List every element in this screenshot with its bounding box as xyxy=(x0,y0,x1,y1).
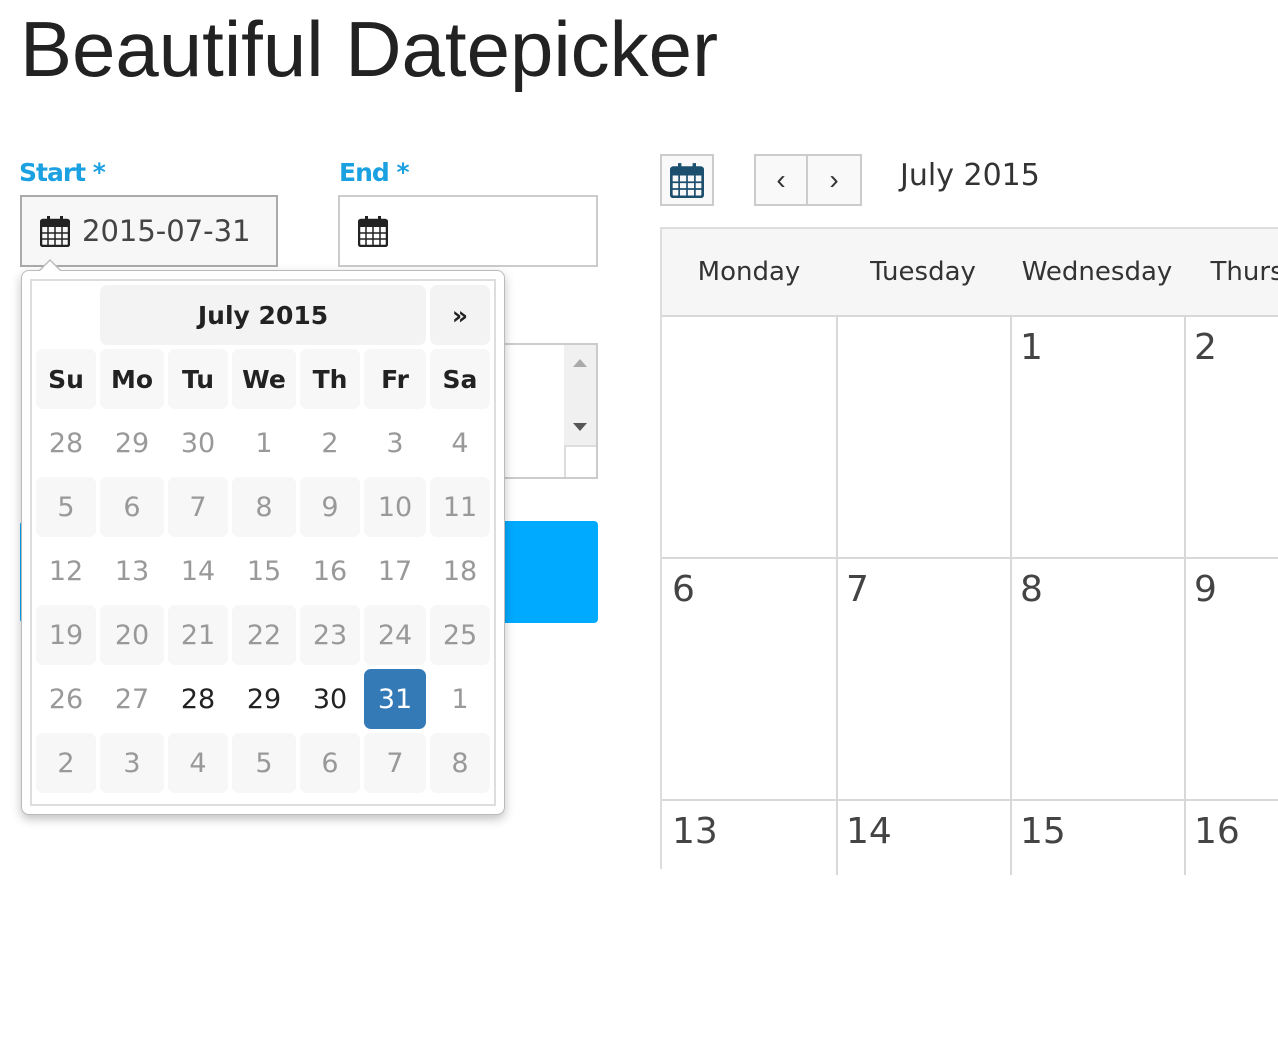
day-cell[interactable]: 6 xyxy=(100,477,164,537)
day-cell[interactable]: 25 xyxy=(430,605,490,665)
day-cell[interactable]: 7 xyxy=(168,477,228,537)
day-cell[interactable]: 11 xyxy=(430,477,490,537)
calendar-day-cell[interactable]: 1 xyxy=(1010,317,1184,557)
calendar-weekday-header: Monday xyxy=(662,229,836,315)
end-label: End * xyxy=(339,158,410,187)
day-cell[interactable]: 3 xyxy=(364,413,426,473)
day-cell[interactable]: 18 xyxy=(430,541,490,601)
calendar-day-cell[interactable]: 9 xyxy=(1184,559,1278,799)
datepicker-body: July 2015 » Su Mo Tu We Th Fr Sa 28 29 30 1 2 3 4 5 6 7 8… xyxy=(30,279,496,806)
start-label: Start * xyxy=(19,158,106,187)
day-cell[interactable]: 17 xyxy=(364,541,426,601)
day-cell[interactable]: 19 xyxy=(36,605,96,665)
weekday-header: Tu xyxy=(168,349,228,409)
next-month-button[interactable]: › xyxy=(806,154,862,206)
calendar-day-cell[interactable]: 14 xyxy=(836,801,1010,1041)
datepicker-popup: July 2015 » Su Mo Tu We Th Fr Sa 28 29 30 1 2 3 4 5 6 7 8… xyxy=(21,259,505,815)
day-cell[interactable]: 22 xyxy=(232,605,296,665)
calendar-day-cell[interactable]: 7 xyxy=(836,559,1010,799)
day-cell[interactable]: 5 xyxy=(36,477,96,537)
end-date-input[interactable] xyxy=(338,195,598,267)
day-cell[interactable]: 27 xyxy=(100,669,164,729)
start-date-input[interactable]: 2015-07-31 xyxy=(20,195,278,267)
day-cell[interactable]: 4 xyxy=(168,733,228,793)
textarea-scrollbar[interactable] xyxy=(564,345,596,477)
day-cell[interactable]: 29 xyxy=(100,413,164,473)
day-cell[interactable]: 23 xyxy=(300,605,360,665)
weekday-header: Sa xyxy=(430,349,490,409)
day-cell[interactable]: 1 xyxy=(430,669,490,729)
day-cell[interactable]: 28 xyxy=(36,413,96,473)
calendar-weekday-header: Tuesday xyxy=(836,229,1010,315)
day-cell[interactable]: 9 xyxy=(300,477,360,537)
day-cell[interactable]: 1 xyxy=(232,413,296,473)
day-cell[interactable]: 8 xyxy=(430,733,490,793)
calendar-month-title: July 2015 xyxy=(900,158,1040,193)
day-cell[interactable]: 16 xyxy=(300,541,360,601)
day-cell[interactable]: 28 xyxy=(168,669,228,729)
weekday-header: Fr xyxy=(364,349,426,409)
day-cell[interactable]: 7 xyxy=(364,733,426,793)
day-cell[interactable]: 13 xyxy=(100,541,164,601)
calendar-icon xyxy=(358,216,388,247)
calendar-day-cell[interactable] xyxy=(836,317,1010,557)
calendar-day-cell[interactable]: 15 xyxy=(1010,801,1184,1041)
calendar-day-number: 6 xyxy=(672,569,695,610)
day-cell[interactable]: 21 xyxy=(168,605,228,665)
day-cell[interactable]: 4 xyxy=(430,413,490,473)
month-calendar-grid: MondayTuesdayWednesdayThursday1267891314… xyxy=(660,227,1278,875)
calendar-day-cell[interactable]: 8 xyxy=(1010,559,1184,799)
datepicker-month-switch[interactable]: July 2015 xyxy=(100,285,426,345)
page-title: Beautiful Datepicker xyxy=(20,5,719,93)
weekday-header: Th xyxy=(300,349,360,409)
weekday-header: Mo xyxy=(100,349,164,409)
day-cell[interactable]: 8 xyxy=(232,477,296,537)
day-cell[interactable]: 6 xyxy=(300,733,360,793)
calendar-day-number: 2 xyxy=(1194,327,1217,368)
day-cell[interactable]: 14 xyxy=(168,541,228,601)
calendar-weekday-header: Wednesday xyxy=(1010,229,1184,315)
scroll-up-icon[interactable] xyxy=(573,359,587,367)
day-cell[interactable]: 26 xyxy=(36,669,96,729)
day-cell[interactable]: 2 xyxy=(36,733,96,793)
weekday-header: Su xyxy=(36,349,96,409)
calendar-day-number: 1 xyxy=(1020,327,1043,368)
day-cell[interactable]: 30 xyxy=(168,413,228,473)
calendar-day-number: 8 xyxy=(1020,569,1043,610)
calendar-day-number: 7 xyxy=(846,569,869,610)
calendar-day-cell[interactable]: 16 xyxy=(1184,801,1278,1041)
calendar-icon xyxy=(670,163,704,198)
weekday-header: We xyxy=(232,349,296,409)
calendar-day-cell[interactable]: 6 xyxy=(662,559,836,799)
day-cell[interactable]: 20 xyxy=(100,605,164,665)
calendar-day-number: 9 xyxy=(1194,569,1217,610)
datepicker-next-button[interactable]: » xyxy=(430,285,490,345)
day-cell[interactable]: 24 xyxy=(364,605,426,665)
day-cell[interactable]: 15 xyxy=(232,541,296,601)
calendar-day-cell[interactable] xyxy=(662,317,836,557)
calendar-weekday-header: Thursday xyxy=(1184,229,1278,315)
selected-day[interactable]: 31 xyxy=(364,669,426,729)
calendar-icon xyxy=(40,216,70,247)
calendar-day-cell[interactable]: 2 xyxy=(1184,317,1278,557)
day-cell[interactable]: 5 xyxy=(232,733,296,793)
calendar-view-button[interactable] xyxy=(660,154,714,206)
day-cell[interactable]: 12 xyxy=(36,541,96,601)
calendar-day-cell[interactable]: 13 xyxy=(662,801,836,1041)
resize-grip-icon[interactable] xyxy=(564,445,596,477)
day-cell[interactable]: 29 xyxy=(232,669,296,729)
start-date-value: 2015-07-31 xyxy=(82,214,251,248)
prev-month-button[interactable]: ‹ xyxy=(754,154,808,206)
day-cell[interactable]: 2 xyxy=(300,413,360,473)
day-cell[interactable]: 30 xyxy=(300,669,360,729)
day-cell[interactable]: 10 xyxy=(364,477,426,537)
day-cell[interactable]: 3 xyxy=(100,733,164,793)
description-textarea[interactable] xyxy=(500,343,598,479)
scroll-down-icon[interactable] xyxy=(573,423,587,431)
